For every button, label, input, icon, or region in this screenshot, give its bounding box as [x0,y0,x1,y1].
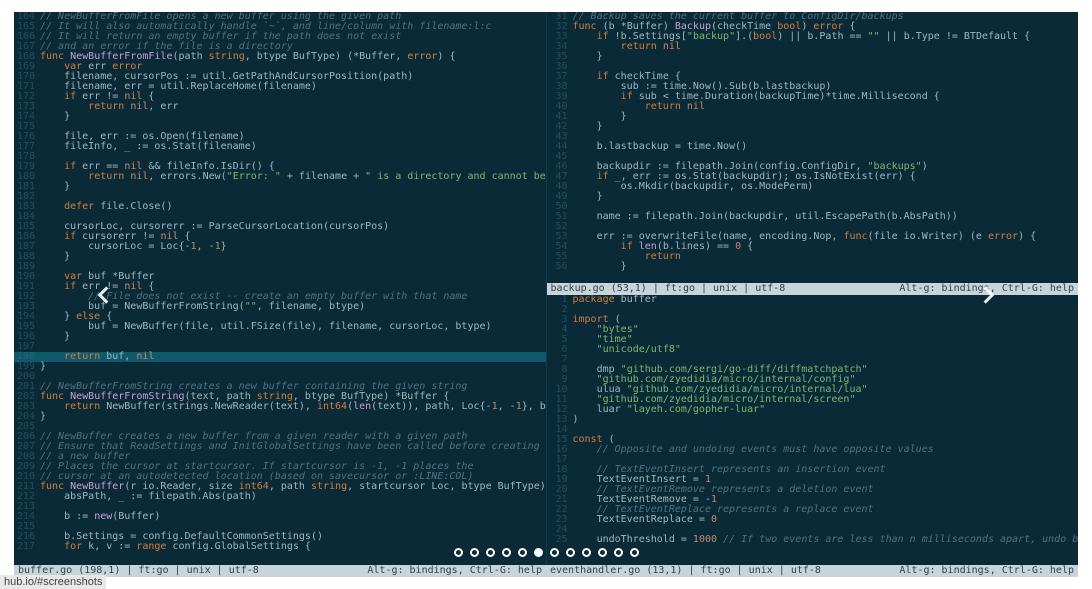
carousel-dot[interactable] [630,548,639,557]
code-line: 42 } [547,122,1079,132]
code-line: 214 b := new(Buffer) [14,512,546,522]
code-line: 20 // TextEventRemove represents a delet… [547,485,1079,495]
code-line: 14 [547,425,1079,435]
code-line: 204} [14,412,546,422]
code-line: 181 } [14,182,546,192]
code-line: 174 } [14,112,546,122]
code-line: 13) [547,415,1079,425]
carousel-dot[interactable] [582,548,591,557]
screenshot-carousel: 164// NewBufferFromFile opens a new buff… [0,0,1092,589]
code-line: 12 luar "layeh.com/gopher-luar" [547,405,1079,415]
carousel-next-button[interactable] [966,272,1012,318]
code-line: 15const ( [547,435,1079,445]
code-line: 16 // Opposite and undoing events must h… [547,445,1079,455]
code-line: 17 [547,455,1079,465]
carousel-dot[interactable] [550,548,559,557]
carousel-dot[interactable] [518,548,527,557]
code-area-right-top[interactable]: 31// Backup saves the current buffer to … [547,12,1079,283]
status-left: eventhandler.go (13,1) | ft:go | unix | … [550,565,821,577]
code-line: 34 return nil [547,42,1079,52]
code-line: 35 } [547,52,1079,62]
carousel-dot[interactable] [454,548,463,557]
carousel-dot[interactable] [534,548,543,557]
browser-url-hint: hub.io/#screenshots [0,575,106,589]
code-line: 49 } [547,192,1079,202]
code-line: 19 TextEventInsert = 1 [547,475,1079,485]
carousel-dot[interactable] [470,548,479,557]
carousel-dot[interactable] [614,548,623,557]
status-right: Alt-g: bindings, Ctrl-G: help [367,565,542,577]
editor-window: 164// NewBufferFromFile opens a new buff… [14,12,1078,577]
carousel-indicators [0,548,1092,557]
code-line: 21 TextEventRemove = -1 [547,495,1079,505]
code-line: 183 defer file.Close() [14,202,546,212]
carousel-dot[interactable] [598,548,607,557]
code-line: 173 return nil, err [14,102,546,112]
code-line: 6 "unicode/utf8" [547,345,1079,355]
code-line: 18 // TextEventInsert represents an inse… [547,465,1079,475]
code-line: 23 TextEventReplace = 0 [547,515,1079,525]
code-line: 196 } [14,332,546,342]
code-line: 180 return nil, errors.New("Error: " + f… [14,172,546,182]
code-line: 51 name := filepath.Join(backupdir, util… [547,212,1079,222]
code-line: 22 // TextEventReplace represents a repl… [547,505,1079,515]
code-line: 177 fileInfo, _ := os.Stat(filename) [14,142,546,152]
chevron-right-icon [976,282,1002,308]
code-line: 44 b.lastbackup = time.Now() [547,142,1079,152]
code-line: 199} [14,362,546,372]
carousel-prev-button[interactable] [80,272,126,318]
code-line: 48 os.Mkdir(backupdir, os.ModePerm) [547,182,1079,192]
status-left: backup.go (53,1) | ft:go | unix | utf-8 [551,283,786,295]
code-line: 25 undoThreshold = 1000 // If two events… [547,535,1079,545]
code-line: 203 return NewBuffer(strings.NewReader(t… [14,402,546,412]
code-line: 41 } [547,112,1079,122]
code-line: 187 cursorLoc = Loc{-1, -1} [14,242,546,252]
code-line: 188 } [14,252,546,262]
chevron-left-icon [90,282,116,308]
code-line: 198 return buf, nil [14,352,546,362]
carousel-dot[interactable] [566,548,575,557]
carousel-dot[interactable] [502,548,511,557]
code-line: 195 buf = NewBuffer(file, util.FSize(fil… [14,322,546,332]
code-area-right-bottom[interactable]: 1package buffer23import (4 "bytes"5 "tim… [547,295,1079,566]
code-line: 212 absPath, _ := filepath.Abs(path) [14,492,546,502]
status-right: Alt-g: bindings, Ctrl-G: help [899,565,1074,577]
status-bar-right-bottom: eventhandler.go (13,1) | ft:go | unix | … [546,565,1078,577]
code-line: 56 } [547,262,1079,272]
carousel-dot[interactable] [486,548,495,557]
